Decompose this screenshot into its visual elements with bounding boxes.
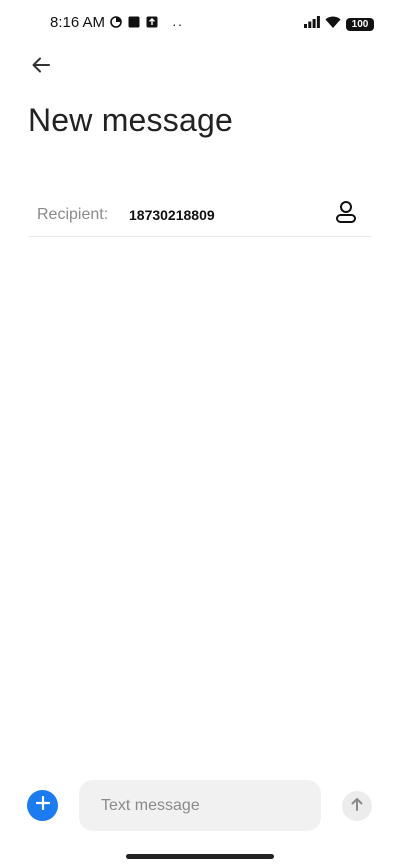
square-notification-icon (128, 15, 140, 33)
add-attachment-button[interactable] (27, 790, 58, 821)
signal-icon (304, 15, 320, 33)
wifi-icon (325, 15, 341, 33)
upload-notification-icon (146, 15, 158, 33)
send-button[interactable] (342, 791, 372, 821)
recipient-field[interactable]: Recipient: 18730218809 (28, 192, 372, 237)
status-system-icons: 100 (304, 15, 374, 33)
data-saver-icon (110, 15, 122, 33)
send-arrow-up-icon (350, 797, 364, 816)
contact-person-icon (335, 200, 357, 229)
home-indicator[interactable] (126, 854, 274, 859)
plus-icon (35, 795, 50, 815)
message-input[interactable] (79, 780, 321, 831)
recipient-label: Recipient: (37, 206, 109, 223)
status-time: 8:16 AM (50, 14, 106, 31)
status-more-dots: ·· (172, 16, 184, 32)
page-title: New message (28, 102, 233, 138)
back-button[interactable] (26, 52, 56, 82)
recipient-value[interactable]: 18730218809 (129, 207, 215, 223)
back-arrow-icon (32, 57, 50, 78)
battery-icon: 100 (346, 17, 374, 31)
select-contact-button[interactable] (332, 200, 360, 228)
status-notification-icons: ·· (110, 15, 183, 33)
status-bar: 8:16 AM ·· 100 (0, 0, 400, 44)
